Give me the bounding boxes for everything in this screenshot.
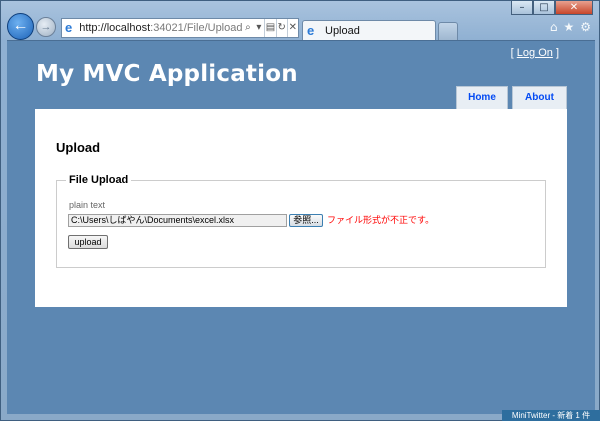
- maximize-icon[interactable]: □: [533, 1, 555, 15]
- refresh-icon[interactable]: ↻: [275, 19, 287, 37]
- file-upload-fieldset: File Upload plain text C:\Users\しばやん\Doc…: [56, 174, 546, 268]
- browser-toolbar: ⌂ ★ ⚙: [550, 20, 591, 34]
- stop-icon[interactable]: ✕: [286, 19, 298, 37]
- close-window-icon[interactable]: ✕: [555, 1, 593, 15]
- taskbar-notification[interactable]: MiniTwitter - 新着 1 件: [502, 410, 600, 421]
- tab-title: Upload: [325, 24, 360, 37]
- menu-item-about[interactable]: About: [512, 86, 567, 109]
- file-path-input[interactable]: C:\Users\しばやん\Documents\excel.xlsx: [68, 214, 287, 227]
- browser-window: – □ ✕ ← → e http://localhost:34021/File/…: [0, 0, 600, 421]
- ie-tab-icon: e: [307, 22, 315, 38]
- site-title: My MVC Application: [36, 61, 298, 87]
- url-path: :34021/File/Upload: [150, 22, 243, 34]
- new-tab-button[interactable]: [438, 22, 458, 40]
- page-heading: Upload: [56, 140, 101, 155]
- forward-arrow-icon[interactable]: →: [36, 17, 56, 37]
- back-arrow-icon[interactable]: ←: [7, 13, 34, 40]
- log-on-link[interactable]: Log On: [517, 47, 553, 59]
- home-icon[interactable]: ⌂: [550, 20, 558, 34]
- page-viewport: [ Log On ] My MVC Application Home About…: [7, 40, 595, 414]
- window-controls: – □ ✕: [511, 1, 593, 15]
- star-icon[interactable]: ★: [563, 20, 574, 34]
- upload-button[interactable]: upload: [68, 235, 108, 249]
- browse-button[interactable]: 参照...: [289, 214, 323, 227]
- fieldset-legend: File Upload: [69, 174, 129, 186]
- minimize-icon[interactable]: –: [511, 1, 533, 15]
- field-label: plain text: [69, 200, 106, 210]
- main-content: Upload File Upload plain text C:\Users\し…: [35, 109, 567, 307]
- compatibility-view-icon[interactable]: ▤: [264, 19, 275, 37]
- validation-error: ファイル形式が不正です。: [327, 215, 435, 225]
- ie-page-icon: e: [65, 20, 73, 35]
- main-menu: Home About: [456, 86, 567, 109]
- address-bar[interactable]: e http://localhost:34021/File/Upload ⌕ ▾…: [61, 18, 299, 38]
- search-icon[interactable]: ⌕: [242, 19, 253, 37]
- url-host: http://localhost: [79, 22, 151, 34]
- gear-icon[interactable]: ⚙: [580, 20, 591, 34]
- login-display: [ Log On ]: [510, 47, 559, 59]
- menu-item-home[interactable]: Home: [456, 86, 508, 109]
- dropdown-arrow-icon[interactable]: ▾: [253, 19, 264, 37]
- tab-upload[interactable]: e Upload: [302, 20, 436, 40]
